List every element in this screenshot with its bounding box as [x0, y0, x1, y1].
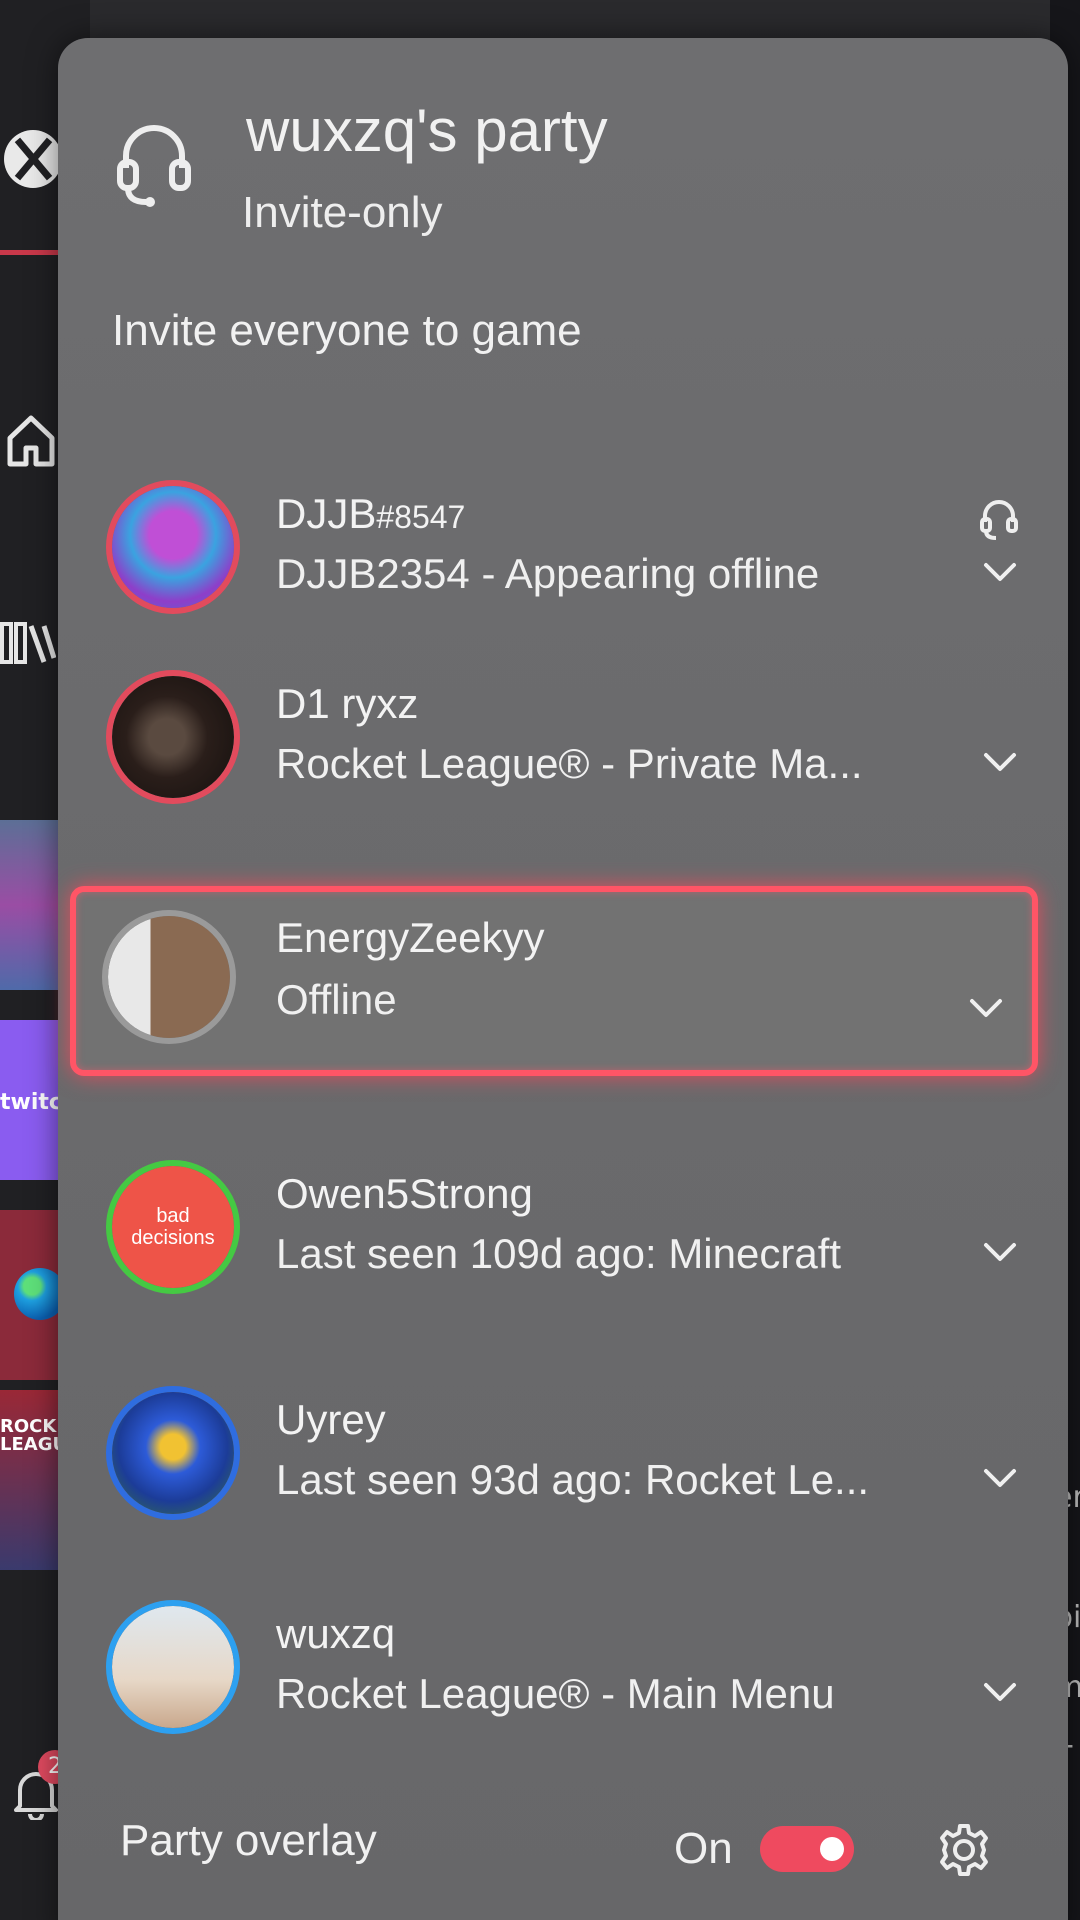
- headset-icon: [114, 118, 194, 207]
- member-name: EnergyZeekyy: [276, 914, 545, 961]
- party-privacy[interactable]: Invite-only: [242, 188, 443, 238]
- member-name: Owen5Strong: [276, 1170, 533, 1217]
- chevron-down-icon[interactable]: [982, 750, 1018, 774]
- party-overlay-label: Party overlay: [120, 1816, 377, 1865]
- avatar-text: bad decisions: [112, 1166, 234, 1288]
- headset-small-icon: [980, 500, 1018, 540]
- avatar: bad decisions: [106, 1160, 240, 1294]
- party-member-row-selected[interactable]: EnergyZeekyy Offline: [70, 886, 1038, 1076]
- avatar: [102, 910, 236, 1044]
- party-member-row[interactable]: D1 ryxz Rocket League® - Private Ma...: [76, 640, 1046, 830]
- party-member-row[interactable]: DJJB#8547 DJJB2354 - Appearing offline: [76, 450, 1046, 640]
- gear-icon[interactable]: [934, 1820, 994, 1880]
- party-title: wuxzq's party: [246, 97, 608, 164]
- member-name: wuxzq: [276, 1610, 396, 1657]
- member-name: DJJB#8547: [276, 490, 465, 538]
- chevron-down-icon[interactable]: [982, 1240, 1018, 1264]
- invite-everyone-button[interactable]: Invite everyone to game: [112, 306, 582, 356]
- member-name: Uyrey: [276, 1396, 386, 1443]
- member-tag: #8547: [376, 499, 466, 535]
- avatar: [106, 1386, 240, 1520]
- member-status: DJJB2354 - Appearing offline: [276, 550, 820, 597]
- guide-tile-rocket-league[interactable]: ROCKE LEAGU: [0, 1390, 69, 1570]
- chevron-down-icon[interactable]: [982, 1466, 1018, 1490]
- member-status: Last seen 109d ago: Minecraft: [276, 1230, 842, 1277]
- party-overlay-state: On: [674, 1824, 733, 1873]
- member-status: Last seen 93d ago: Rocket Le...: [276, 1456, 870, 1503]
- screen: twitc ROCKE LEAGU 2 er pi m T wux: [0, 0, 1080, 1920]
- home-icon[interactable]: [6, 412, 56, 472]
- party-panel: wuxzq's party Invite-only Invite everyon…: [58, 38, 1068, 1920]
- member-status: Rocket League® - Private Ma...: [276, 740, 863, 787]
- avatar: [106, 670, 240, 804]
- guide-tile-twitch[interactable]: twitc: [0, 1020, 66, 1180]
- twitch-label: twitc: [0, 1090, 62, 1115]
- library-icon[interactable]: [0, 618, 57, 677]
- party-member-row[interactable]: Uyrey Last seen 93d ago: Rocket Le...: [76, 1356, 1046, 1546]
- toggle-knob: [820, 1837, 844, 1861]
- chevron-down-icon[interactable]: [982, 560, 1018, 584]
- member-status: Offline: [276, 976, 397, 1023]
- member-name: D1 ryxz: [276, 680, 419, 727]
- guide-selection-indicator: [0, 250, 60, 255]
- member-status: Rocket League® - Main Menu: [276, 1670, 835, 1717]
- party-member-row[interactable]: wuxzq Rocket League® - Main Menu: [76, 1570, 1046, 1760]
- chevron-down-icon[interactable]: [968, 996, 1004, 1020]
- avatar: [106, 480, 240, 614]
- member-gamertag: DJJB: [276, 490, 377, 537]
- guide-tile-game[interactable]: [0, 820, 66, 990]
- party-overlay-toggle[interactable]: [760, 1826, 854, 1872]
- party-member-row[interactable]: bad decisions Owen5Strong Last seen 109d…: [76, 1130, 1046, 1320]
- party-overlay-row: Party overlay On: [58, 1798, 1068, 1898]
- xbox-logo-icon[interactable]: [4, 130, 62, 188]
- avatar: [106, 1600, 240, 1734]
- chevron-down-icon[interactable]: [982, 1680, 1018, 1704]
